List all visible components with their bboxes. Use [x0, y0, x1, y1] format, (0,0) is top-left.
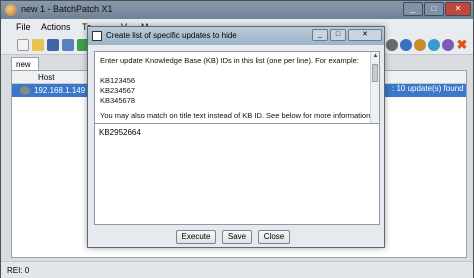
dialog-close-button[interactable]: ✕	[348, 29, 382, 41]
dialog-button-row: Execute Save Close	[88, 230, 384, 244]
save-all-icon[interactable]	[62, 39, 74, 51]
menu-actions[interactable]: Actions	[41, 22, 71, 32]
minimize-button[interactable]: _	[403, 2, 423, 16]
row-status: : 10 update(s) found	[392, 84, 464, 93]
dialog-minimize-button[interactable]: _	[312, 29, 328, 41]
dialog-maximize-button[interactable]: □	[330, 29, 346, 41]
open-folder-icon[interactable]	[32, 39, 44, 51]
close-window-button[interactable]: ✕	[445, 2, 471, 16]
example-kb: KB345678	[100, 96, 136, 105]
execute-button[interactable]: Execute	[176, 230, 216, 244]
maximize-button[interactable]: □	[424, 2, 444, 16]
statusbar: REI: 0	[1, 261, 473, 278]
close-button[interactable]: Close	[258, 230, 290, 244]
main-window-title: new 1 - BatchPatch X1	[21, 4, 113, 14]
toolbar-icon-d[interactable]	[428, 39, 440, 51]
stop-x-icon[interactable]: ✖	[456, 38, 468, 51]
save-button[interactable]: Save	[222, 230, 252, 244]
row-host: 192.168.1.149	[34, 86, 86, 95]
hide-updates-dialog: Create list of specific updates to hide …	[87, 26, 385, 248]
example-kb: KB123456	[100, 76, 136, 85]
toolbar-icon-b[interactable]	[400, 39, 412, 51]
save-icon[interactable]	[47, 39, 59, 51]
toolbar-icon-a[interactable]	[386, 39, 398, 51]
dialog-title: Create list of specific updates to hide	[106, 31, 237, 40]
kb-list-value: KB2952664	[99, 128, 141, 137]
computer-icon	[20, 86, 30, 95]
list-icon	[92, 31, 102, 41]
menu-file[interactable]: File	[16, 22, 31, 32]
toolbar-icon-e[interactable]	[442, 39, 454, 51]
scroll-thumb[interactable]	[372, 64, 378, 82]
instructions-title-match: You may also match on title text instead…	[100, 111, 373, 120]
header-host[interactable]: Host	[38, 73, 54, 82]
batchpatch-app-icon	[5, 4, 17, 16]
scroll-up-arrow-icon[interactable]: ▲	[371, 52, 380, 61]
main-titlebar: new 1 - BatchPatch X1 _ □ ✕	[1, 1, 473, 19]
kb-list-input[interactable]: KB2952664	[94, 123, 380, 225]
instructions-line: Enter update Knowledge Base (KB) IDs in …	[100, 56, 359, 65]
dialog-titlebar: Create list of specific updates to hide …	[88, 27, 384, 45]
example-kb: KB234567	[100, 86, 136, 95]
status-text: REI: 0	[7, 266, 30, 275]
new-icon[interactable]	[17, 39, 29, 51]
document-tabstrip: new 1	[11, 57, 91, 78]
tab-new-1[interactable]: new 1	[11, 57, 39, 78]
toolbar-icon-c[interactable]	[414, 39, 426, 51]
